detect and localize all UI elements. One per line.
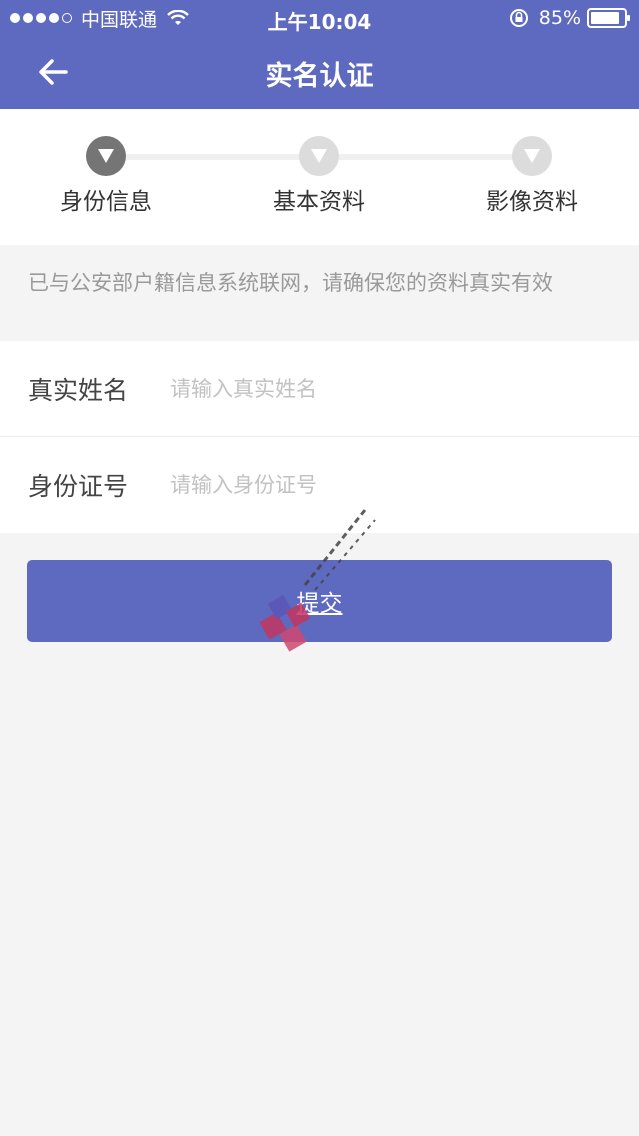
chevron-down-icon [98, 149, 114, 163]
top-bar: 中国联通 上午10:04 85% 实名认证 [0, 0, 639, 109]
step-basic-info: 基本资料 [249, 136, 389, 216]
orientation-lock-icon [509, 9, 528, 27]
step-indicator [299, 136, 339, 176]
step-identity: 身份信息 [36, 136, 176, 216]
step-indicator [512, 136, 552, 176]
step-label: 身份信息 [60, 189, 152, 215]
name-row: 真实姓名 [0, 341, 639, 437]
status-bar: 中国联通 上午10:04 85% [0, 0, 639, 36]
name-input[interactable] [170, 377, 570, 401]
step-indicator [86, 136, 126, 176]
battery-percent: 85% [538, 7, 581, 29]
step-images: 影像资料 [462, 136, 602, 216]
verification-notice: 已与公安部户籍信息系统联网，请确保您的资料真实有效 [28, 271, 553, 295]
step-label: 影像资料 [486, 189, 578, 215]
name-label: 真实姓名 [28, 376, 129, 405]
battery-icon [587, 8, 630, 28]
status-right: 85% [509, 6, 631, 30]
chevron-down-icon [524, 149, 540, 163]
page-title: 实名认证 [265, 61, 374, 92]
chevron-down-icon [311, 149, 327, 163]
watermark-logo-icon [259, 509, 376, 652]
step-label: 基本资料 [273, 189, 365, 215]
id-label: 身份证号 [28, 472, 129, 501]
